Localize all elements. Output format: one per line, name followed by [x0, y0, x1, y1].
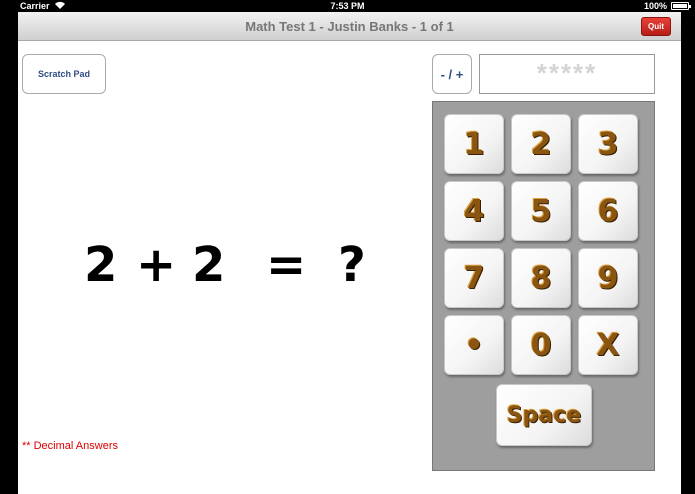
- key-9[interactable]: 9: [578, 248, 638, 308]
- equals-sign: =: [266, 237, 307, 293]
- key-6[interactable]: 6: [578, 181, 638, 241]
- battery-percent: 100%: [643, 1, 667, 11]
- key-3[interactable]: 3: [578, 114, 638, 174]
- status-bar: Carrier 7:53 PM 100%: [0, 0, 695, 12]
- unknown-answer: ?: [338, 237, 366, 293]
- operator: +: [136, 237, 177, 293]
- equation: 2 + 2 = ?: [80, 237, 380, 297]
- key-decimal-point[interactable]: •: [444, 315, 504, 375]
- key-7[interactable]: 7: [444, 248, 504, 308]
- decimal-answers-note: ** Decimal Answers: [22, 440, 118, 452]
- keypad: 1 2 3 4 5 6 7 8 9 • 0 X Space: [432, 101, 655, 471]
- title-bar: Math Test 1 - Justin Banks - 1 of 1 Quit: [18, 12, 681, 41]
- key-clear[interactable]: X: [578, 315, 638, 375]
- quit-button[interactable]: Quit: [641, 17, 671, 36]
- key-4[interactable]: 4: [444, 181, 504, 241]
- key-1[interactable]: 1: [444, 114, 504, 174]
- test-title: Math Test 1 - Justin Banks - 1 of 1: [245, 19, 454, 34]
- key-0[interactable]: 0: [511, 315, 571, 375]
- answer-display: *****: [479, 54, 655, 94]
- operand-b: 2: [192, 237, 226, 293]
- key-space[interactable]: Space: [496, 384, 592, 446]
- key-8[interactable]: 8: [511, 248, 571, 308]
- key-5[interactable]: 5: [511, 181, 571, 241]
- key-2[interactable]: 2: [511, 114, 571, 174]
- app-window: Math Test 1 - Justin Banks - 1 of 1 Quit…: [18, 12, 681, 494]
- battery-icon: [671, 2, 691, 10]
- operand-a: 2: [84, 237, 118, 293]
- scratch-pad-button[interactable]: Scratch Pad: [22, 54, 106, 94]
- sign-toggle-button[interactable]: - / +: [432, 54, 472, 94]
- status-time: 7:53 PM: [330, 1, 365, 11]
